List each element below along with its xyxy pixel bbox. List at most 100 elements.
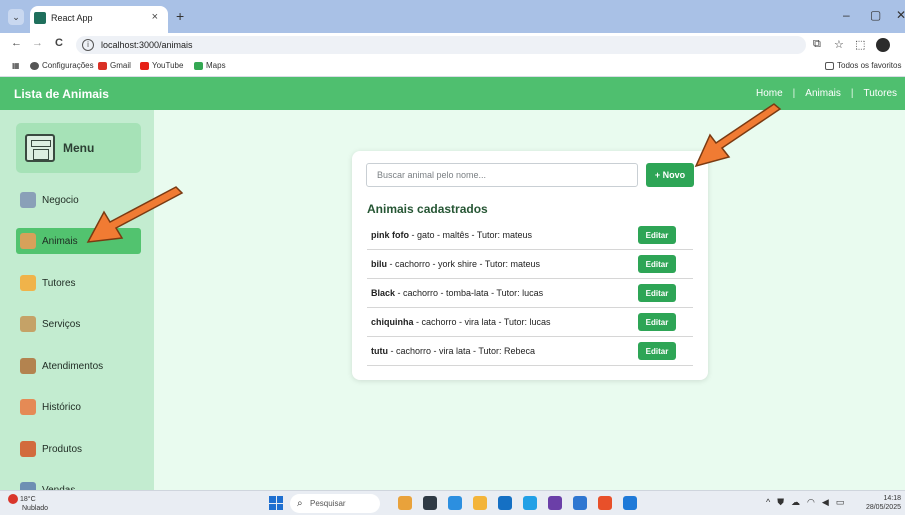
bookmark-star-icon[interactable]: ☆ bbox=[834, 38, 844, 51]
sidebar-item-historico[interactable]: Histórico bbox=[16, 394, 141, 420]
edit-button[interactable]: Editar bbox=[638, 255, 676, 273]
security-icon[interactable]: ⛊ bbox=[777, 497, 784, 508]
maps-pin-icon bbox=[194, 61, 203, 70]
taskbar-app-icon[interactable] bbox=[523, 496, 537, 510]
list-item: tutu - cachorro - vira lata - Tutor: Reb… bbox=[367, 337, 693, 366]
store-icon bbox=[20, 441, 36, 457]
sidebar-item-negocio[interactable]: Negocio bbox=[16, 187, 141, 213]
taskbar-clock[interactable]: 14:18 28/05/2025 bbox=[866, 494, 901, 512]
edit-button[interactable]: Editar bbox=[638, 226, 676, 244]
battery-icon[interactable]: ▭ bbox=[836, 497, 845, 508]
minimize-icon[interactable]: – bbox=[843, 8, 850, 22]
list-item: pink fofo - gato - maltês - Tutor: mateu… bbox=[367, 221, 693, 250]
search-input[interactable] bbox=[366, 163, 638, 187]
taskbar-app-icon[interactable] bbox=[548, 496, 562, 510]
windows-start-icon[interactable] bbox=[269, 496, 283, 510]
sidebar-item-produtos[interactable]: Produtos bbox=[16, 436, 141, 462]
forward-icon[interactable]: → bbox=[32, 37, 43, 49]
animal-name: tutu bbox=[371, 346, 388, 356]
animal-details: - cachorro - vira lata - Tutor: lucas bbox=[413, 317, 551, 327]
bookmark-label: Gmail bbox=[110, 61, 131, 70]
gear-icon bbox=[30, 61, 39, 70]
taskbar-app-icon[interactable] bbox=[498, 496, 512, 510]
maximize-icon[interactable]: ▢ bbox=[870, 8, 881, 22]
tab-title: React App bbox=[51, 13, 93, 23]
bookmark-settings[interactable]: Configurações bbox=[30, 61, 94, 70]
apps-grid-icon[interactable]: ▦ bbox=[12, 61, 20, 70]
reload-icon[interactable]: C bbox=[55, 37, 63, 49]
bookmark-youtube[interactable]: YouTube bbox=[140, 61, 183, 70]
profile-avatar[interactable] bbox=[876, 38, 890, 52]
bookmark-maps[interactable]: Maps bbox=[194, 61, 226, 70]
taskbar-app-icon[interactable] bbox=[598, 496, 612, 510]
address-url: localhost:3000/animais bbox=[101, 40, 193, 50]
back-icon[interactable]: ← bbox=[11, 37, 22, 49]
animal-info: pink fofo - gato - maltês - Tutor: mateu… bbox=[371, 230, 532, 240]
animal-info: tutu - cachorro - vira lata - Tutor: Reb… bbox=[371, 346, 535, 356]
animal-info: Black - cachorro - tomba-lata - Tutor: l… bbox=[371, 288, 543, 298]
services-icon bbox=[20, 316, 36, 332]
bookmark-label: Configurações bbox=[42, 61, 94, 70]
sidebar-item-vendas[interactable]: Vendas bbox=[16, 477, 141, 490]
chevron-up-icon[interactable]: ^ bbox=[766, 497, 770, 508]
tab-close-icon[interactable]: × bbox=[152, 11, 158, 23]
animal-details: - cachorro - york shire - Tutor: mateus bbox=[387, 259, 541, 269]
install-app-icon[interactable]: ⧉ bbox=[813, 38, 821, 51]
sidebar-item-label: Histórico bbox=[42, 401, 81, 413]
taskbar-app-icon[interactable] bbox=[448, 496, 462, 510]
react-favicon-icon bbox=[34, 12, 46, 24]
cloud-icon[interactable]: ☁ bbox=[791, 497, 800, 508]
bookmark-label: YouTube bbox=[152, 61, 184, 70]
weather-alert-icon bbox=[8, 494, 18, 504]
clock-time: 14:18 bbox=[883, 495, 901, 502]
sidebar-item-label: Negocio bbox=[42, 194, 79, 206]
nav-link-home[interactable]: Home bbox=[756, 88, 783, 99]
main-content: + Novo Animais cadastrados pink fofo - g… bbox=[154, 110, 905, 490]
taskbar-app-icon[interactable] bbox=[398, 496, 412, 510]
sidebar-item-animais[interactable]: Animais bbox=[16, 228, 141, 254]
taskbar-app-icon[interactable] bbox=[423, 496, 437, 510]
app-header: Lista de Animais Home | Animais | Tutore… bbox=[0, 77, 905, 110]
tent-icon bbox=[20, 233, 36, 249]
address-bar[interactable]: i localhost:3000/animais bbox=[76, 36, 806, 54]
all-bookmarks[interactable]: Todos os favoritos bbox=[825, 61, 901, 70]
tutor-icon bbox=[20, 275, 36, 291]
list-title: Animais cadastrados bbox=[367, 202, 488, 216]
taskbar-app-icon[interactable] bbox=[623, 496, 637, 510]
animal-info: chiquinha - cachorro - vira lata - Tutor… bbox=[371, 317, 551, 327]
nav-separator: | bbox=[792, 88, 796, 99]
taskbar-app-icon[interactable] bbox=[573, 496, 587, 510]
close-window-icon[interactable]: ✕ bbox=[896, 8, 905, 22]
volume-icon[interactable]: ◀ bbox=[822, 497, 829, 508]
animal-details: - cachorro - vira lata - Tutor: Rebeca bbox=[388, 346, 536, 356]
browser-tab-react-app[interactable]: React App × bbox=[30, 6, 168, 33]
edit-button[interactable]: Editar bbox=[638, 313, 676, 331]
taskbar-app-icon[interactable] bbox=[473, 496, 487, 510]
tab-search-chevron-icon[interactable]: ⌄ bbox=[8, 9, 24, 25]
edit-button[interactable]: Editar bbox=[638, 284, 676, 302]
taskbar-search[interactable]: Pesquisar bbox=[290, 494, 380, 513]
youtube-icon bbox=[140, 61, 149, 70]
page-title: Lista de Animais bbox=[14, 87, 109, 101]
sidebar-item-atendimentos[interactable]: Atendimentos bbox=[16, 353, 141, 379]
sidebar-item-label: Animais bbox=[42, 235, 78, 247]
new-tab-button[interactable]: + bbox=[176, 8, 184, 24]
windows-taskbar: 18°C Nublado Pesquisar ^ ⛊ ☁ ◠ ◀ ▭ 14:18… bbox=[0, 490, 905, 515]
sidebar-item-tutores[interactable]: Tutores bbox=[16, 270, 141, 296]
wifi-icon[interactable]: ◠ bbox=[807, 497, 815, 508]
edit-button[interactable]: Editar bbox=[638, 342, 676, 360]
sales-icon bbox=[20, 482, 36, 490]
extensions-icon[interactable]: ⬚ bbox=[855, 38, 865, 51]
sidebar-item-servicos[interactable]: Serviços bbox=[16, 311, 141, 337]
site-info-icon[interactable]: i bbox=[82, 39, 94, 51]
bookmark-gmail[interactable]: Gmail bbox=[98, 61, 131, 70]
sidebar-item-label: Produtos bbox=[42, 443, 83, 455]
sidebar-item-label: Serviços bbox=[42, 318, 81, 330]
browser-toolbar: ← → C i localhost:3000/animais ⧉ ☆ ⬚ bbox=[0, 33, 905, 57]
new-animal-button[interactable]: + Novo bbox=[646, 163, 694, 187]
nav-link-animais[interactable]: Animais bbox=[805, 88, 841, 99]
weather-widget[interactable]: 18°C Nublado bbox=[8, 494, 48, 513]
nav-link-tutores[interactable]: Tutores bbox=[863, 88, 897, 99]
bookmarks-bar: ▦ Configurações Gmail YouTube Maps Todos… bbox=[0, 57, 905, 77]
animal-name: pink fofo bbox=[371, 230, 409, 240]
